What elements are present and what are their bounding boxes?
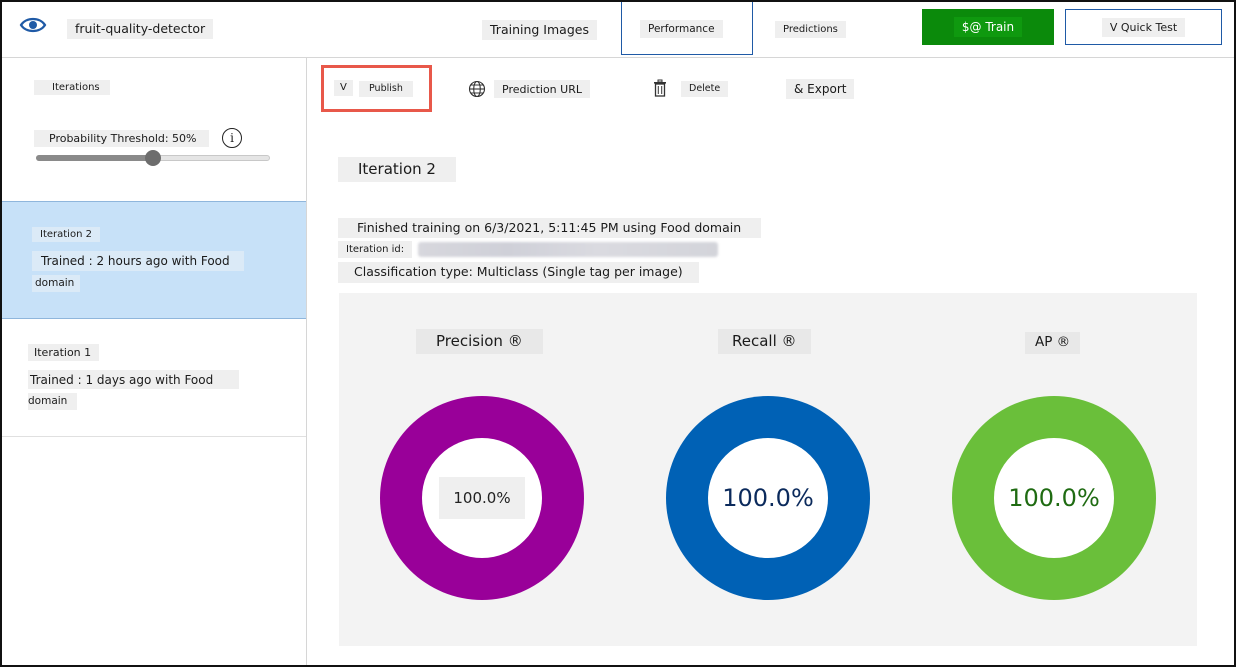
trash-icon <box>654 79 666 97</box>
recall-donut: 100.0% <box>666 396 870 600</box>
quick-test-button-label: V Quick Test <box>1101 17 1186 37</box>
publish-dropdown-glyph[interactable]: V <box>334 80 353 96</box>
iteration-title: Iteration 2 <box>338 157 456 182</box>
recall-value: 100.0% <box>722 484 814 512</box>
ap-donut-hole: 100.0% <box>994 438 1114 558</box>
sidebar <box>2 58 307 665</box>
train-button[interactable]: $@ Train <box>922 9 1054 45</box>
globe-icon <box>468 80 486 98</box>
iteration-2-title: Iteration 2 <box>32 227 100 242</box>
tab-training-images[interactable]: Training Images <box>482 20 597 40</box>
delete-button[interactable]: Delete <box>681 81 729 97</box>
export-button[interactable]: & Export <box>786 79 855 99</box>
info-icon[interactable]: i <box>222 128 242 148</box>
precision-donut-hole: 100.0% <box>422 438 542 558</box>
finished-training-text: Finished training on 6/3/2021, 5:11:45 P… <box>338 218 762 238</box>
classification-type-text: Classification type: Multiclass (Single … <box>338 262 699 283</box>
train-button-label: $@ Train <box>953 17 1023 37</box>
iteration-1-trained: Trained : 1 days ago with Food <box>28 370 240 389</box>
quick-test-button[interactable]: V Quick Test <box>1065 9 1222 45</box>
iteration-2-domain: domain <box>32 275 81 292</box>
ap-label: AP ® <box>1025 332 1081 354</box>
tab-performance[interactable]: Performance <box>640 20 723 38</box>
eye-icon <box>19 17 47 33</box>
prediction-url-button[interactable]: Prediction URL <box>494 80 590 98</box>
recall-label: Recall ® <box>718 329 811 354</box>
tab-predictions[interactable]: Predictions <box>775 21 846 38</box>
iteration-1-title: Iteration 1 <box>28 344 100 361</box>
iteration-1-domain: domain <box>28 393 78 410</box>
precision-donut: 100.0% <box>380 396 584 600</box>
ap-donut: 100.0% <box>952 396 1156 600</box>
recall-donut-hole: 100.0% <box>708 438 828 558</box>
precision-value: 100.0% <box>439 477 525 519</box>
ap-value: 100.0% <box>1008 484 1100 512</box>
iterations-label: Iterations <box>34 80 110 95</box>
project-name: fruit-quality-detector <box>67 19 214 39</box>
iteration-id-label: Iteration id: <box>338 241 413 258</box>
precision-label: Precision ® <box>416 329 543 354</box>
iteration-2-trained: Trained : 2 hours ago with Food <box>32 251 244 271</box>
publish-button[interactable]: Publish <box>359 81 413 97</box>
threshold-slider-fill <box>36 155 153 161</box>
probability-threshold-label: Probability Threshold: 50% <box>34 130 209 147</box>
threshold-slider-handle[interactable] <box>145 150 161 166</box>
iteration-id-value-redacted <box>418 242 718 257</box>
